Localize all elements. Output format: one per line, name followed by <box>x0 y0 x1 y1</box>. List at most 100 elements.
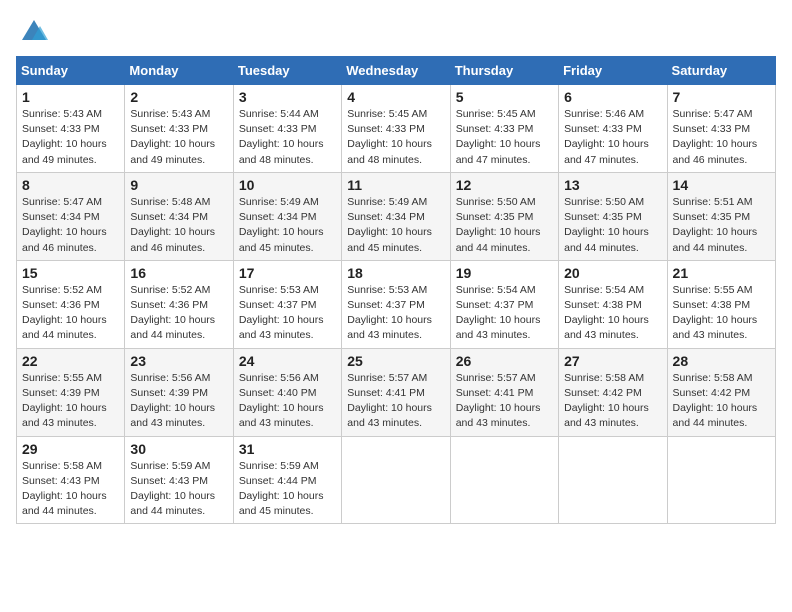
col-header-wednesday: Wednesday <box>342 57 450 85</box>
logo <box>16 16 50 44</box>
calendar-cell: 6 Sunrise: 5:46 AMSunset: 4:33 PMDaylight… <box>559 85 667 173</box>
day-number: 23 <box>130 353 227 369</box>
calendar-cell: 1 Sunrise: 5:43 AMSunset: 4:33 PMDaylight… <box>17 85 125 173</box>
day-number: 17 <box>239 265 336 281</box>
calendar-cell: 9Sunrise: 5:48 AMSunset: 4:34 PMDaylight… <box>125 172 233 260</box>
calendar-cell <box>667 436 775 524</box>
day-number: 8 <box>22 177 119 193</box>
calendar-cell: 18Sunrise: 5:53 AMSunset: 4:37 PMDayligh… <box>342 260 450 348</box>
calendar-cell: 14 Sunrise: 5:51 AMSunset: 4:35 PMDayligh… <box>667 172 775 260</box>
day-info: Sunrise: 5:53 AMSunset: 4:37 PMDaylight:… <box>347 283 444 344</box>
calendar-cell: 20Sunrise: 5:54 AMSunset: 4:38 PMDayligh… <box>559 260 667 348</box>
day-info: Sunrise: 5:56 AMSunset: 4:40 PMDaylight:… <box>239 371 336 432</box>
day-info: Sunrise: 5:50 AMSunset: 4:35 PMDaylight:… <box>564 195 661 256</box>
day-info: Sunrise: 5:49 AMSunset: 4:34 PMDaylight:… <box>347 195 444 256</box>
day-number: 15 <box>22 265 119 281</box>
day-info: Sunrise: 5:49 AMSunset: 4:34 PMDaylight:… <box>239 195 336 256</box>
day-info: Sunrise: 5:53 AMSunset: 4:37 PMDaylight:… <box>239 283 336 344</box>
day-number: 10 <box>239 177 336 193</box>
day-info: Sunrise: 5:58 AMSunset: 4:43 PMDaylight:… <box>22 459 119 520</box>
day-info: Sunrise: 5:51 AMSunset: 4:35 PMDaylight:… <box>673 195 770 256</box>
calendar-cell: 4Sunrise: 5:45 AMSunset: 4:33 PMDaylight… <box>342 85 450 173</box>
day-info: Sunrise: 5:54 AMSunset: 4:37 PMDaylight:… <box>456 283 553 344</box>
day-number: 25 <box>347 353 444 369</box>
calendar-cell: 19 Sunrise: 5:54 AMSunset: 4:37 PMDayligh… <box>450 260 558 348</box>
calendar-cell: 15 Sunrise: 5:52 AMSunset: 4:36 PMDayligh… <box>17 260 125 348</box>
col-header-friday: Friday <box>559 57 667 85</box>
day-info: Sunrise: 5:58 AMSunset: 4:42 PMDaylight:… <box>564 371 661 432</box>
week-row-4: 22 Sunrise: 5:55 AMSunset: 4:39 PMDayligh… <box>17 348 776 436</box>
day-info: Sunrise: 5:45 AMSunset: 4:33 PMDaylight:… <box>456 107 553 168</box>
day-number: 13 <box>564 177 661 193</box>
day-number: 12 <box>456 177 553 193</box>
day-number: 14 <box>673 177 770 193</box>
calendar-cell: 7 Sunrise: 5:47 AMSunset: 4:33 PMDaylight… <box>667 85 775 173</box>
calendar-cell: 25 Sunrise: 5:57 AMSunset: 4:41 PMDayligh… <box>342 348 450 436</box>
col-header-tuesday: Tuesday <box>233 57 341 85</box>
calendar-cell: 26 Sunrise: 5:57 AMSunset: 4:41 PMDayligh… <box>450 348 558 436</box>
day-info: Sunrise: 5:57 AMSunset: 4:41 PMDaylight:… <box>456 371 553 432</box>
day-number: 7 <box>673 89 770 105</box>
day-info: Sunrise: 5:43 AMSunset: 4:33 PMDaylight:… <box>22 107 119 168</box>
calendar-cell: 31Sunrise: 5:59 AMSunset: 4:44 PMDayligh… <box>233 436 341 524</box>
day-info: Sunrise: 5:43 AMSunset: 4:33 PMDaylight:… <box>130 107 227 168</box>
day-number: 29 <box>22 441 119 457</box>
day-number: 22 <box>22 353 119 369</box>
week-row-2: 8 Sunrise: 5:47 AMSunset: 4:34 PMDaylight… <box>17 172 776 260</box>
day-number: 30 <box>130 441 227 457</box>
day-info: Sunrise: 5:59 AMSunset: 4:44 PMDaylight:… <box>239 459 336 520</box>
calendar-header-row: SundayMondayTuesdayWednesdayThursdayFrid… <box>17 57 776 85</box>
calendar-table: SundayMondayTuesdayWednesdayThursdayFrid… <box>16 56 776 524</box>
day-info: Sunrise: 5:55 AMSunset: 4:38 PMDaylight:… <box>673 283 770 344</box>
day-info: Sunrise: 5:59 AMSunset: 4:43 PMDaylight:… <box>130 459 227 520</box>
day-info: Sunrise: 5:47 AMSunset: 4:33 PMDaylight:… <box>673 107 770 168</box>
day-info: Sunrise: 5:55 AMSunset: 4:39 PMDaylight:… <box>22 371 119 432</box>
calendar-cell: 21 Sunrise: 5:55 AMSunset: 4:38 PMDayligh… <box>667 260 775 348</box>
day-number: 5 <box>456 89 553 105</box>
day-number: 16 <box>130 265 227 281</box>
day-info: Sunrise: 5:50 AMSunset: 4:35 PMDaylight:… <box>456 195 553 256</box>
page-header <box>16 16 776 44</box>
calendar-cell: 11 Sunrise: 5:49 AMSunset: 4:34 PMDayligh… <box>342 172 450 260</box>
day-number: 6 <box>564 89 661 105</box>
calendar-cell: 29 Sunrise: 5:58 AMSunset: 4:43 PMDayligh… <box>17 436 125 524</box>
day-number: 26 <box>456 353 553 369</box>
calendar-cell: 27Sunrise: 5:58 AMSunset: 4:42 PMDayligh… <box>559 348 667 436</box>
calendar-cell: 13 Sunrise: 5:50 AMSunset: 4:35 PMDayligh… <box>559 172 667 260</box>
week-row-1: 1 Sunrise: 5:43 AMSunset: 4:33 PMDaylight… <box>17 85 776 173</box>
calendar-cell: 2 Sunrise: 5:43 AMSunset: 4:33 PMDaylight… <box>125 85 233 173</box>
day-number: 9 <box>130 177 227 193</box>
day-number: 1 <box>22 89 119 105</box>
calendar-cell: 23Sunrise: 5:56 AMSunset: 4:39 PMDayligh… <box>125 348 233 436</box>
day-info: Sunrise: 5:58 AMSunset: 4:42 PMDaylight:… <box>673 371 770 432</box>
calendar-cell: 30 Sunrise: 5:59 AMSunset: 4:43 PMDayligh… <box>125 436 233 524</box>
col-header-sunday: Sunday <box>17 57 125 85</box>
col-header-monday: Monday <box>125 57 233 85</box>
day-number: 2 <box>130 89 227 105</box>
calendar-cell: 8 Sunrise: 5:47 AMSunset: 4:34 PMDaylight… <box>17 172 125 260</box>
day-number: 3 <box>239 89 336 105</box>
day-info: Sunrise: 5:46 AMSunset: 4:33 PMDaylight:… <box>564 107 661 168</box>
day-info: Sunrise: 5:52 AMSunset: 4:36 PMDaylight:… <box>22 283 119 344</box>
calendar-cell: 24 Sunrise: 5:56 AMSunset: 4:40 PMDayligh… <box>233 348 341 436</box>
day-info: Sunrise: 5:52 AMSunset: 4:36 PMDaylight:… <box>130 283 227 344</box>
day-info: Sunrise: 5:57 AMSunset: 4:41 PMDaylight:… <box>347 371 444 432</box>
calendar-cell: 3Sunrise: 5:44 AMSunset: 4:33 PMDaylight… <box>233 85 341 173</box>
day-info: Sunrise: 5:47 AMSunset: 4:34 PMDaylight:… <box>22 195 119 256</box>
calendar-cell: 10 Sunrise: 5:49 AMSunset: 4:34 PMDayligh… <box>233 172 341 260</box>
calendar-cell <box>559 436 667 524</box>
day-number: 21 <box>673 265 770 281</box>
logo-icon <box>18 16 50 44</box>
day-number: 11 <box>347 177 444 193</box>
col-header-thursday: Thursday <box>450 57 558 85</box>
calendar-cell <box>342 436 450 524</box>
day-number: 24 <box>239 353 336 369</box>
col-header-saturday: Saturday <box>667 57 775 85</box>
calendar-cell: 5 Sunrise: 5:45 AMSunset: 4:33 PMDaylight… <box>450 85 558 173</box>
day-info: Sunrise: 5:45 AMSunset: 4:33 PMDaylight:… <box>347 107 444 168</box>
week-row-3: 15 Sunrise: 5:52 AMSunset: 4:36 PMDayligh… <box>17 260 776 348</box>
calendar-cell <box>450 436 558 524</box>
calendar-cell: 16 Sunrise: 5:52 AMSunset: 4:36 PMDayligh… <box>125 260 233 348</box>
day-info: Sunrise: 5:54 AMSunset: 4:38 PMDaylight:… <box>564 283 661 344</box>
day-number: 19 <box>456 265 553 281</box>
